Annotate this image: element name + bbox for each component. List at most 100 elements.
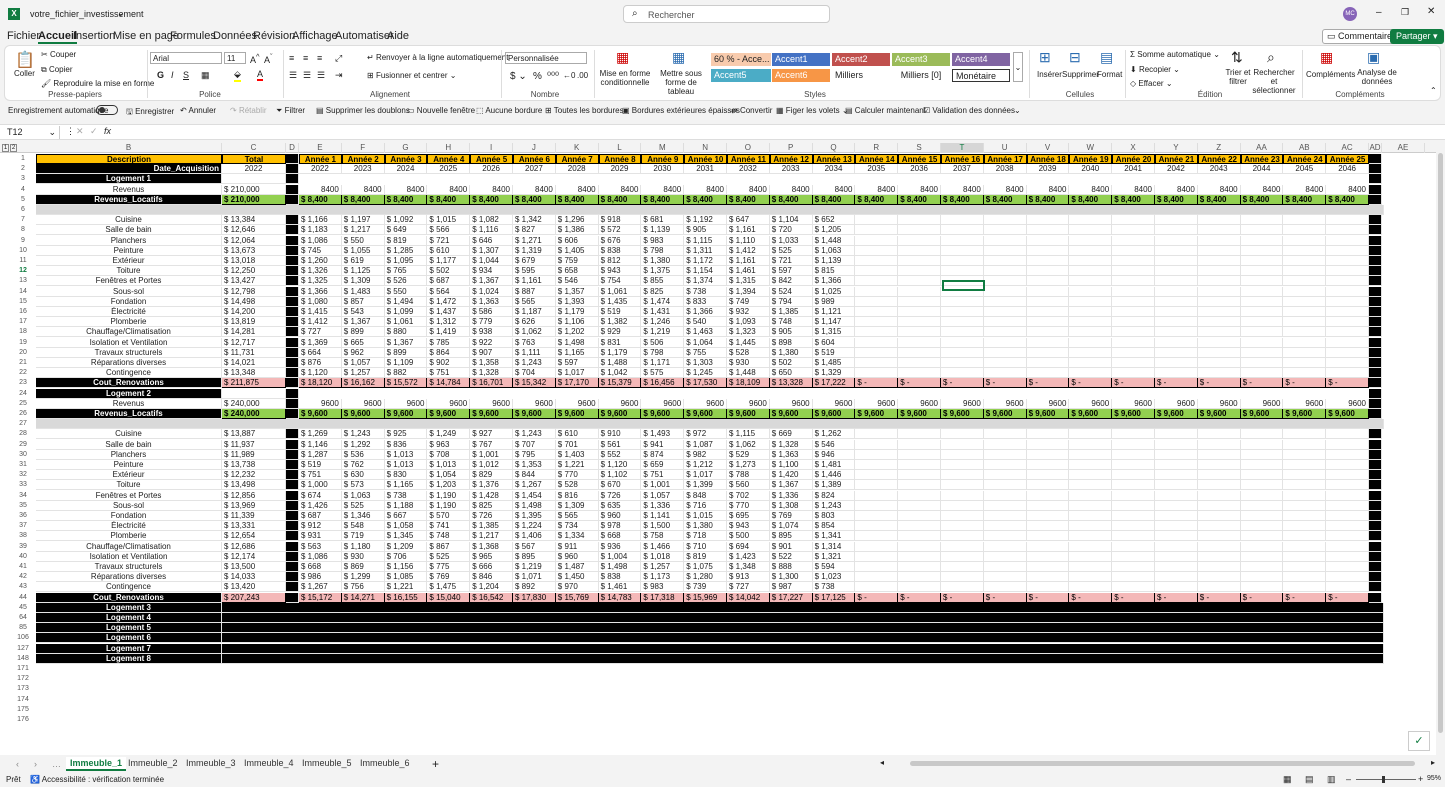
expense-cell[interactable]: $ 869	[341, 562, 385, 572]
expense-cell[interactable]: $ 1,367	[384, 337, 428, 348]
row-header[interactable]: 8	[10, 225, 36, 235]
revenus-cell[interactable]: 9600	[769, 398, 813, 409]
expense-cell[interactable]: $ 500	[727, 531, 770, 542]
expense-total[interactable]: $ 13,887	[222, 429, 286, 440]
expense-cell[interactable]: $ 659	[641, 460, 685, 470]
prev-sheet-icon[interactable]: ‹	[16, 759, 19, 769]
empty-cell[interactable]	[1155, 286, 1198, 297]
expense-cell[interactable]: $ 943	[598, 266, 642, 277]
empty-cell[interactable]	[1026, 256, 1070, 266]
expense-cell[interactable]: $ 907	[470, 347, 513, 358]
close-icon[interactable]: ✕	[1427, 6, 1435, 17]
expense-cell[interactable]: $ 1,366	[812, 276, 856, 287]
cut-button[interactable]: ✂ Couper	[41, 50, 76, 59]
expense-cell[interactable]: $ 899	[384, 347, 428, 358]
expense-cell[interactable]: $ 1,487	[555, 562, 599, 572]
expense-cell[interactable]: $ 1,219	[641, 327, 685, 338]
empty-cell[interactable]	[898, 449, 941, 460]
expense-cell[interactable]: $ 619	[341, 256, 385, 266]
logement-label[interactable]: Logement 2	[36, 388, 222, 399]
expense-cell[interactable]: $ 785	[427, 337, 471, 348]
empty-cell[interactable]	[1326, 511, 1369, 521]
expense-cell[interactable]: $ 560	[727, 480, 770, 491]
year-cell[interactable]: 2044	[1240, 164, 1284, 175]
empty-cell[interactable]	[1240, 480, 1284, 491]
expense-cell[interactable]: $ 1,405	[555, 245, 599, 256]
empty-cell[interactable]	[941, 490, 984, 501]
empty-cell[interactable]	[1283, 296, 1327, 307]
empty-cell[interactable]	[1155, 541, 1198, 552]
expense-cell[interactable]: $ 910	[598, 429, 642, 440]
empty-cell[interactable]	[1197, 296, 1241, 307]
expense-total[interactable]: $ 12,856	[222, 490, 286, 501]
revenus-locatifs-cell[interactable]: $ 8,400	[470, 194, 513, 205]
copy-button[interactable]: ⧉ Copier	[41, 65, 73, 75]
revenus-cell[interactable]: 8400	[1283, 184, 1327, 195]
empty-cell[interactable]	[1240, 317, 1284, 328]
cout-renovations-cell[interactable]: $ -	[1069, 592, 1113, 603]
expense-cell[interactable]: $ 963	[427, 439, 471, 450]
separator-cell[interactable]	[286, 551, 299, 562]
empty-cell[interactable]	[1069, 245, 1113, 256]
expense-label[interactable]: Plomberie	[36, 317, 222, 328]
expense-cell[interactable]: $ 848	[684, 490, 727, 501]
expense-total[interactable]: $ 14,200	[222, 307, 286, 317]
revenus-locatifs-cell[interactable]: $ 8,400	[513, 194, 556, 205]
separator-cell[interactable]	[286, 541, 299, 552]
thousands-icon[interactable]: ⁰⁰⁰	[547, 71, 559, 82]
expense-label[interactable]: Réparations diverses	[36, 572, 222, 583]
empty-cell[interactable]	[1283, 582, 1327, 593]
empty-cell[interactable]	[1069, 266, 1113, 277]
expense-cell[interactable]: $ 546	[812, 439, 856, 450]
row-header[interactable]: 21	[10, 358, 36, 368]
separator-cell[interactable]	[1369, 347, 1382, 358]
row-header[interactable]: 1	[10, 154, 36, 164]
expense-cell[interactable]: $ 1,203	[427, 480, 471, 491]
empty-cell[interactable]	[1069, 531, 1113, 542]
revenus-cell[interactable]: 8400	[341, 184, 385, 195]
header-year[interactable]: Année 8	[598, 154, 642, 164]
expense-cell[interactable]: $ 1,221	[384, 582, 428, 593]
row-header[interactable]: 40	[10, 552, 36, 562]
empty-cell[interactable]	[1026, 347, 1070, 358]
empty-cell[interactable]	[1283, 541, 1327, 552]
separator-cell[interactable]	[1369, 164, 1382, 175]
row-header[interactable]: 106	[10, 633, 36, 643]
row-header[interactable]: 172	[10, 674, 36, 684]
empty-cell[interactable]	[1240, 562, 1284, 572]
year-cell[interactable]: 2031	[684, 164, 727, 175]
separator-cell[interactable]	[286, 521, 299, 532]
revenus-cell[interactable]: 9600	[341, 398, 385, 409]
empty-cell[interactable]	[1026, 368, 1070, 379]
column-header-ae[interactable]: AE	[1382, 143, 1425, 153]
expense-cell[interactable]: $ 720	[769, 225, 813, 236]
expense-cell[interactable]: $ 1,082	[470, 215, 513, 226]
expense-cell[interactable]: $ 788	[727, 470, 770, 481]
row-header[interactable]: 127	[10, 644, 36, 654]
empty-cell[interactable]	[941, 551, 984, 562]
expense-cell[interactable]: $ 1,287	[299, 449, 342, 460]
expense-cell[interactable]: $ 575	[641, 368, 685, 379]
collapsed-fill[interactable]	[222, 602, 1384, 613]
grow-font-icon[interactable]: A^	[250, 52, 260, 65]
empty-cell[interactable]	[855, 347, 899, 358]
empty-cell[interactable]	[1155, 327, 1198, 338]
expense-cell[interactable]: $ 1,064	[684, 337, 727, 348]
expense-cell[interactable]: $ 1,121	[812, 307, 856, 317]
revenus-cell[interactable]: 9600	[983, 398, 1027, 409]
cout-renovations-cell[interactable]: $ 18,120	[299, 378, 342, 389]
empty-cell[interactable]	[983, 266, 1027, 277]
expense-cell[interactable]: $ 1,054	[427, 470, 471, 481]
column-header-x[interactable]: X	[1112, 143, 1155, 153]
outline-level-1[interactable]: 1	[2, 144, 9, 152]
expense-label[interactable]: Chauffage/Climatisation	[36, 541, 222, 552]
expense-cell[interactable]: $ 727	[299, 327, 342, 338]
expense-cell[interactable]: $ 983	[641, 235, 685, 246]
font-size-select[interactable]: 11	[224, 52, 246, 64]
header-year[interactable]: Année 22	[1197, 154, 1241, 164]
style-accent2[interactable]: Accent2	[832, 53, 890, 66]
cout-renovations-cell[interactable]: $ 17,227	[769, 592, 813, 603]
expense-total[interactable]: $ 12,654	[222, 531, 286, 542]
empty-cell[interactable]	[1326, 490, 1369, 501]
expense-cell[interactable]: $ 825	[470, 500, 513, 511]
